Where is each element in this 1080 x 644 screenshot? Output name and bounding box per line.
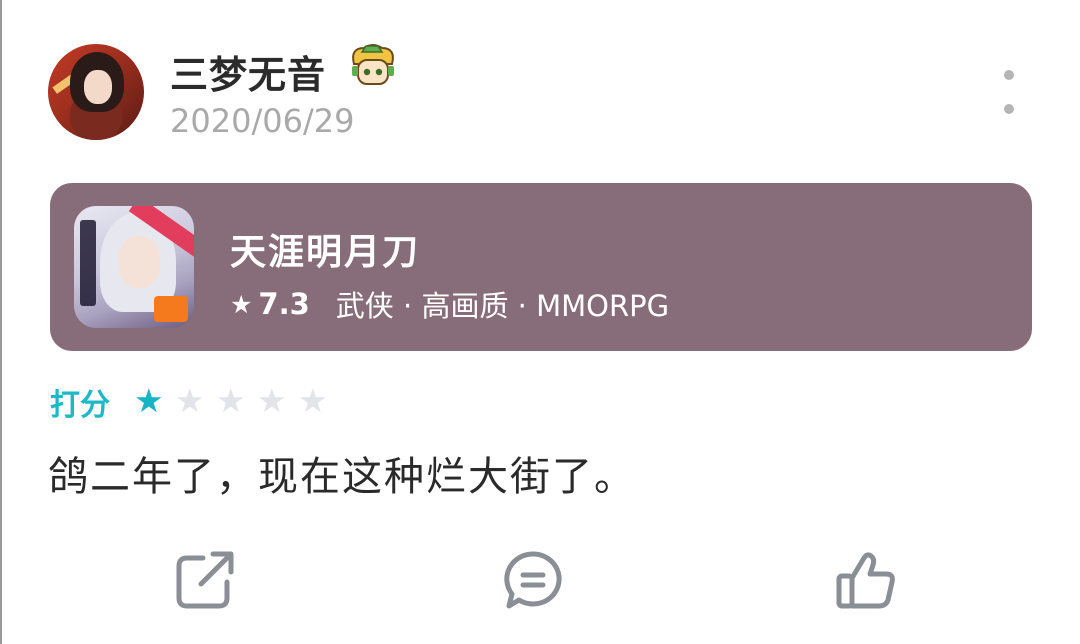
like-button[interactable] <box>834 548 898 612</box>
avatar[interactable] <box>48 44 144 140</box>
star-icon: ★ <box>298 381 328 420</box>
rating-label: 打分 <box>50 388 110 423</box>
star-icon: ★ <box>175 381 205 420</box>
star-icon: ★ <box>230 289 253 319</box>
comment-icon <box>504 551 562 609</box>
star-icon: ★ <box>257 381 287 420</box>
comment-button[interactable] <box>501 548 565 612</box>
left-edge-divider <box>0 0 2 644</box>
thumbs-up-icon <box>836 552 895 609</box>
game-card[interactable]: 天涯明月刀 ★ 7.3 武侠 · 高画质 · MMORPG <box>50 183 1032 351</box>
star-icon: ★ <box>216 381 246 420</box>
game-tags: 武侠 · 高画质 · MMORPG <box>335 289 670 323</box>
more-dot-icon <box>1004 104 1014 114</box>
game-rating: 7.3 <box>258 287 310 321</box>
game-art-icon <box>74 206 194 328</box>
game-title: 天涯明月刀 <box>230 232 421 273</box>
post-date: 2020/06/29 <box>170 102 355 140</box>
username[interactable]: 三梦无音 <box>170 44 326 99</box>
share-icon <box>176 551 234 609</box>
more-dot-icon <box>1004 70 1014 80</box>
rating-stars: ★ ★ ★ ★ ★ <box>134 380 339 422</box>
character-face <box>118 236 160 288</box>
elf-character-badge-icon <box>348 42 398 90</box>
avatar-face <box>84 70 112 104</box>
review-text: 鸽二年了，现在这种烂大街了。 <box>48 454 636 500</box>
star-icon: ★ <box>134 381 164 420</box>
share-button[interactable] <box>173 548 237 612</box>
more-options-button[interactable] <box>994 70 1024 114</box>
publisher-tag <box>154 296 188 322</box>
game-meta: ★ 7.3 武侠 · 高画质 · MMORPG <box>230 283 669 325</box>
calligraphy-strip <box>80 220 96 306</box>
